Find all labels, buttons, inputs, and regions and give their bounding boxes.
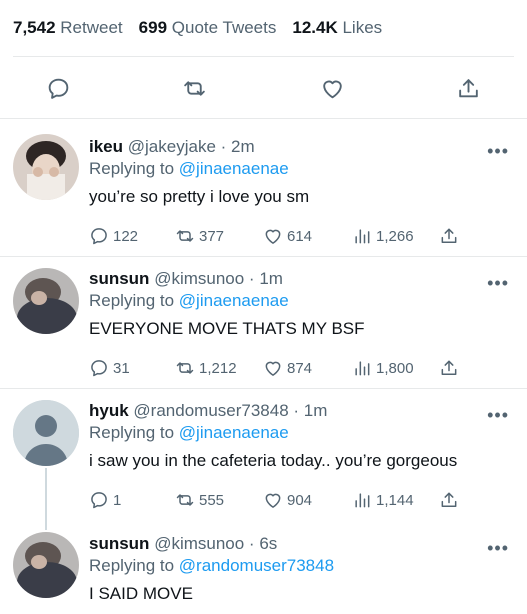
views-action[interactable]: 1,266 [352,224,414,248]
share-button[interactable] [452,72,484,104]
reply-count: 1 [113,491,122,509]
heart-icon [265,229,281,244]
share-action[interactable] [439,356,463,380]
avatar[interactable] [13,134,79,200]
reply-action[interactable]: 31 [89,356,130,380]
more-options-icon[interactable]: ••• [487,539,509,557]
view-count: 1,800 [376,359,414,377]
more-options-icon[interactable]: ••• [487,274,509,292]
main-action-bar [0,60,527,116]
reply-button[interactable] [42,72,74,104]
share-icon [458,78,478,97]
tweet-text: you’re so pretty i love you sm [89,187,310,206]
views-action[interactable]: 1,800 [352,356,414,380]
mention-link[interactable]: @jinaenaenae [179,423,289,442]
share-icon [441,492,457,507]
avatar[interactable] [13,532,79,598]
share-action[interactable] [439,488,463,512]
reply-icon [91,492,107,509]
like-button[interactable] [316,72,348,104]
avatar[interactable] [13,268,79,334]
retweet-icon [176,230,194,242]
reply-tweet[interactable]: sunsun @kimsunoo · 1m Replying to @jinae… [0,256,527,388]
divider [13,56,514,57]
retweet-action[interactable]: 555 [175,488,224,512]
handle[interactable]: @randomuser73848 [133,401,288,420]
reply-action[interactable]: 122 [89,224,138,248]
timestamp[interactable]: 6s [259,534,277,553]
handle[interactable]: @kimsunoo [154,269,244,288]
reply-count: 122 [113,227,139,245]
like-action[interactable]: 614 [263,224,312,248]
retweet-action[interactable]: 377 [175,224,224,248]
reply-tweet[interactable]: hyuk @randomuser73848 · 1m Replying to @… [0,388,527,530]
timestamp[interactable]: 1m [304,401,328,420]
retweet-icon [183,80,205,96]
like-count: 904 [287,491,313,509]
view-count: 1,144 [376,491,414,509]
replying-to-label: Replying to [89,291,175,310]
replying-to-label: Replying to [89,423,175,442]
reply-action[interactable]: 1 [89,488,121,512]
like-count: 874 [287,359,313,377]
mention-link[interactable]: @randomuser73848 [179,556,334,575]
mention-link[interactable]: @jinaenaenae [179,291,289,310]
reply-tweet[interactable]: ikeu @jakeyjake · 2m Replying to @jinaen… [0,118,527,256]
views-bar-icon [355,361,370,376]
reply-icon [91,360,107,377]
reply-icon [48,78,68,99]
default-profile-icon [13,400,79,466]
timestamp[interactable]: 1m [259,269,283,288]
avatar-photo [13,134,79,200]
heart-icon [265,493,281,508]
like-count: 614 [287,227,313,245]
retweet-stat[interactable]: 7,542 Retweet [13,18,123,38]
avatar-photo [13,532,79,598]
likes-stat[interactable]: 12.4K Likes [292,18,382,38]
heart-icon [265,361,281,376]
like-action[interactable]: 874 [263,356,312,380]
retweet-count: 377 [199,227,225,245]
tweet-text: EVERYONE MOVE THATS MY BSF [89,319,365,338]
display-name[interactable]: sunsun [89,534,149,553]
views-action[interactable]: 1,144 [352,488,414,512]
more-options-icon[interactable]: ••• [487,406,509,424]
retweet-button[interactable] [178,72,210,104]
handle[interactable]: @kimsunoo [154,534,244,553]
avatar-photo [13,268,79,334]
retweet-icon [176,362,194,374]
tweet-text: i saw you in the cafeteria today.. you’r… [89,451,458,470]
more-options-icon[interactable]: ••• [487,142,509,160]
display-name[interactable]: sunsun [89,269,149,288]
like-action[interactable]: 904 [263,488,312,512]
views-bar-icon [355,493,370,508]
view-count: 1,266 [376,227,414,245]
display-name[interactable]: hyuk [89,401,129,420]
timestamp[interactable]: 2m [231,137,255,156]
retweet-count: 1,212 [199,359,237,377]
reply-icon [91,228,107,245]
retweet-icon [176,494,194,506]
tweet-text: I SAID MOVE [89,584,193,603]
retweet-action[interactable]: 1,212 [175,356,237,380]
share-action[interactable] [439,224,463,248]
reply-tweet[interactable]: sunsun @kimsunoo · 6s Replying to @rando… [0,520,527,614]
tweet-stats: 7,542 Retweet 699 Quote Tweets 12.4K Lik… [13,14,398,42]
share-icon [441,360,457,375]
quote-tweets-stat[interactable]: 699 Quote Tweets [139,18,277,38]
mention-link[interactable]: @jinaenaenae [179,159,289,178]
replying-to-label: Replying to [89,556,175,575]
views-bar-icon [355,229,370,244]
display-name[interactable]: ikeu [89,137,123,156]
share-icon [441,228,457,243]
replying-to-label: Replying to [89,159,175,178]
reply-count: 31 [113,359,130,377]
default-avatar[interactable] [13,400,79,466]
heart-icon [322,80,342,98]
handle[interactable]: @jakeyjake [128,137,216,156]
retweet-count: 555 [199,491,225,509]
